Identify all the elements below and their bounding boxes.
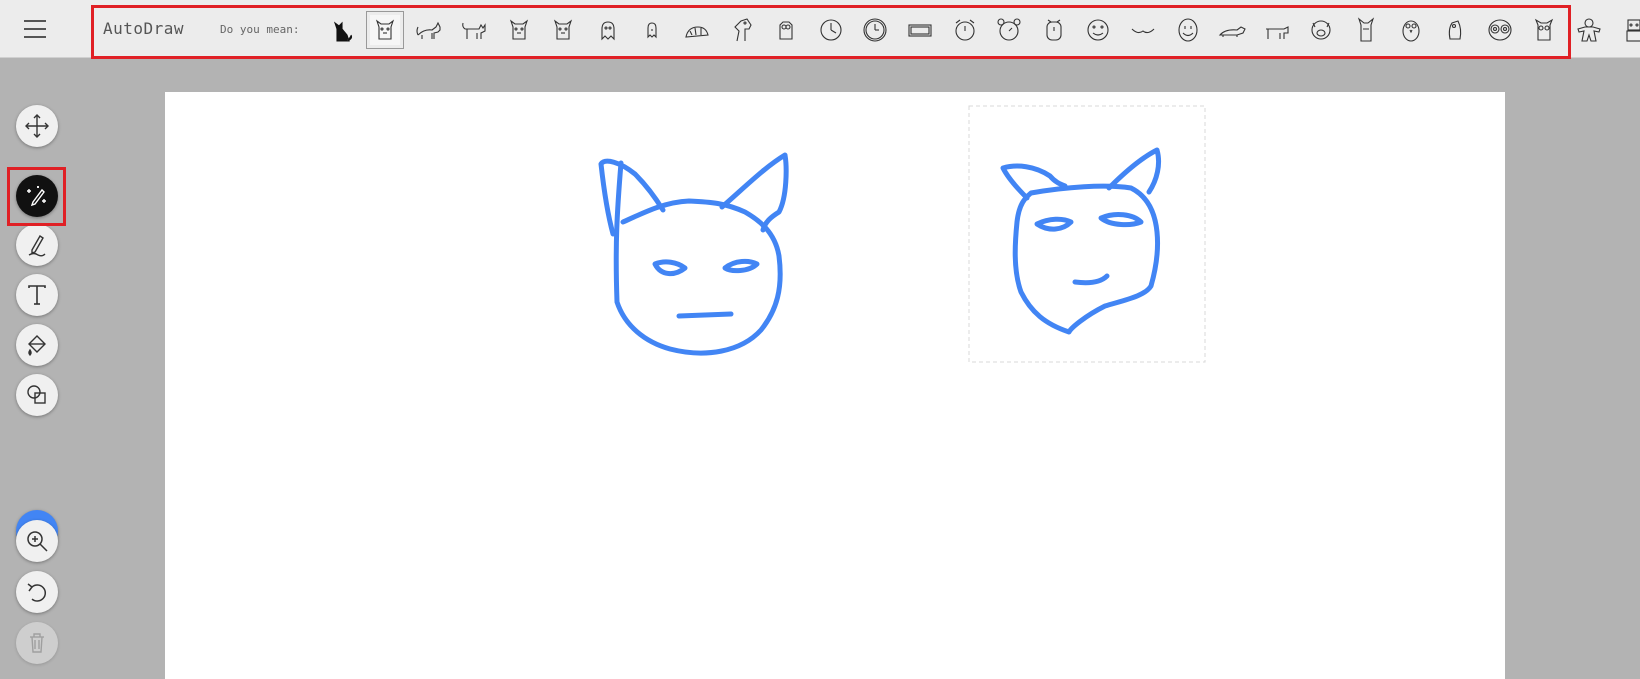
suggestion-cat-walking[interactable]: [407, 10, 452, 50]
clock-round-icon: [863, 18, 887, 42]
type-tool-button[interactable]: [16, 274, 58, 316]
owl-face-icon: [1488, 19, 1512, 41]
suggestion-pig-face[interactable]: [1299, 10, 1344, 50]
undo-tool-button[interactable]: [16, 571, 58, 613]
autodraw-tool-button[interactable]: [16, 175, 58, 217]
left-toolbar: [0, 58, 75, 679]
suggestion-digital-clock[interactable]: [898, 10, 943, 50]
fill-tool-button[interactable]: [16, 324, 58, 366]
magic-pencil-icon: [27, 186, 46, 207]
ghost-small-icon: [647, 22, 658, 39]
do-you-mean-label: Do you mean:: [220, 23, 300, 36]
cat-face-icon: [365, 11, 404, 49]
suggestion-dog-lying[interactable]: [1210, 10, 1255, 50]
digital-clock-icon: [908, 24, 932, 37]
suggestion-clock[interactable]: [809, 10, 854, 50]
zoom-tool-button[interactable]: [16, 520, 58, 562]
alarm-clock-round-icon: [997, 18, 1021, 41]
top-bar: AutoDraw Do you mean:: [0, 0, 1640, 59]
suggestion-gingerbread[interactable]: [1567, 10, 1612, 50]
horse-head-icon: [733, 18, 752, 42]
dog-lying-icon: [1218, 26, 1246, 37]
cat-sitting-icon: [554, 19, 573, 40]
suggestion-cat-front[interactable]: [1344, 10, 1389, 50]
drawing-canvas[interactable]: [165, 92, 1505, 679]
suggestion-cat-head[interactable]: [496, 10, 541, 50]
suggestion-alarm-clock-round[interactable]: [987, 10, 1032, 50]
suggestion-owl-standing[interactable]: [1522, 10, 1567, 50]
selection-box: [968, 105, 1206, 363]
suggestion-owl[interactable]: [1388, 10, 1433, 50]
suggestion-smiley[interactable]: [1076, 10, 1121, 50]
suggestion-black-cat[interactable]: [318, 10, 363, 50]
suggestion-cat-standing[interactable]: [452, 10, 497, 50]
suggestion-cat-sitting[interactable]: [541, 10, 586, 50]
robot-icon: [1625, 19, 1640, 42]
fox-doodle-drawing[interactable]: [1000, 147, 1162, 335]
cat-head-icon: [509, 19, 528, 40]
text-t-icon: [28, 285, 46, 305]
owl-standing-icon: [1535, 18, 1554, 41]
shape-tool-button[interactable]: [16, 374, 58, 416]
armadillo-icon: [685, 26, 709, 38]
suggestion-mustache[interactable]: [1121, 10, 1166, 50]
gingerbread-icon: [1577, 18, 1601, 42]
suggestion-armadillo[interactable]: [675, 10, 720, 50]
pig-face-icon: [1311, 20, 1331, 40]
ghost-icon: [601, 21, 615, 41]
hamburger-menu-icon[interactable]: [20, 16, 54, 42]
suggestion-horse-head[interactable]: [719, 10, 764, 50]
smiley-oval-icon: [1178, 18, 1198, 42]
app-title: AutoDraw: [103, 19, 185, 38]
suggestion-owl-perched[interactable]: [1433, 10, 1478, 50]
shapes-icon: [27, 385, 46, 404]
pencil-icon: [28, 235, 46, 257]
suggestion-list: [318, 10, 1640, 50]
cat-walking-icon: [416, 21, 442, 39]
draw-tool-button[interactable]: [16, 224, 58, 266]
undo-icon: [27, 583, 47, 602]
drawing-layer: [598, 105, 1206, 363]
suggestion-clock-round[interactable]: [853, 10, 898, 50]
alarm-clock-tall-icon: [1046, 19, 1062, 41]
suggestion-owl-small[interactable]: [764, 10, 809, 50]
suggestion-cat-face[interactable]: [363, 10, 408, 50]
trash-icon: [30, 633, 44, 653]
owl-perched-icon: [1448, 20, 1462, 40]
owl-small-icon: [779, 21, 793, 40]
paint-bucket-icon: [28, 335, 46, 356]
smiley-icon: [1087, 19, 1109, 41]
owl-icon: [1401, 20, 1420, 42]
cat-standing-icon: [462, 22, 486, 39]
move-arrows-icon: [25, 114, 49, 138]
suggestion-ghost[interactable]: [586, 10, 631, 50]
cat-front-icon: [1357, 17, 1375, 42]
cat-doodle-drawing[interactable]: [598, 152, 789, 356]
black-cat-icon: [334, 21, 353, 42]
suggestion-ghost-small[interactable]: [630, 10, 675, 50]
delete-tool-button[interactable]: [16, 622, 58, 664]
suggestion-alarm-clock-tall[interactable]: [1032, 10, 1077, 50]
zoom-in-icon: [27, 531, 48, 552]
move-tool-button[interactable]: [16, 105, 58, 147]
suggestion-cow[interactable]: [1254, 10, 1299, 50]
suggestion-smiley-oval[interactable]: [1165, 10, 1210, 50]
suggestion-robot[interactable]: [1611, 10, 1640, 50]
mustache-icon: [1131, 28, 1155, 34]
clock-icon: [820, 19, 842, 41]
suggestion-owl-face[interactable]: [1477, 10, 1522, 50]
alarm-clock-icon: [955, 19, 975, 41]
cow-icon: [1265, 26, 1289, 39]
suggestion-alarm-clock[interactable]: [942, 10, 987, 50]
